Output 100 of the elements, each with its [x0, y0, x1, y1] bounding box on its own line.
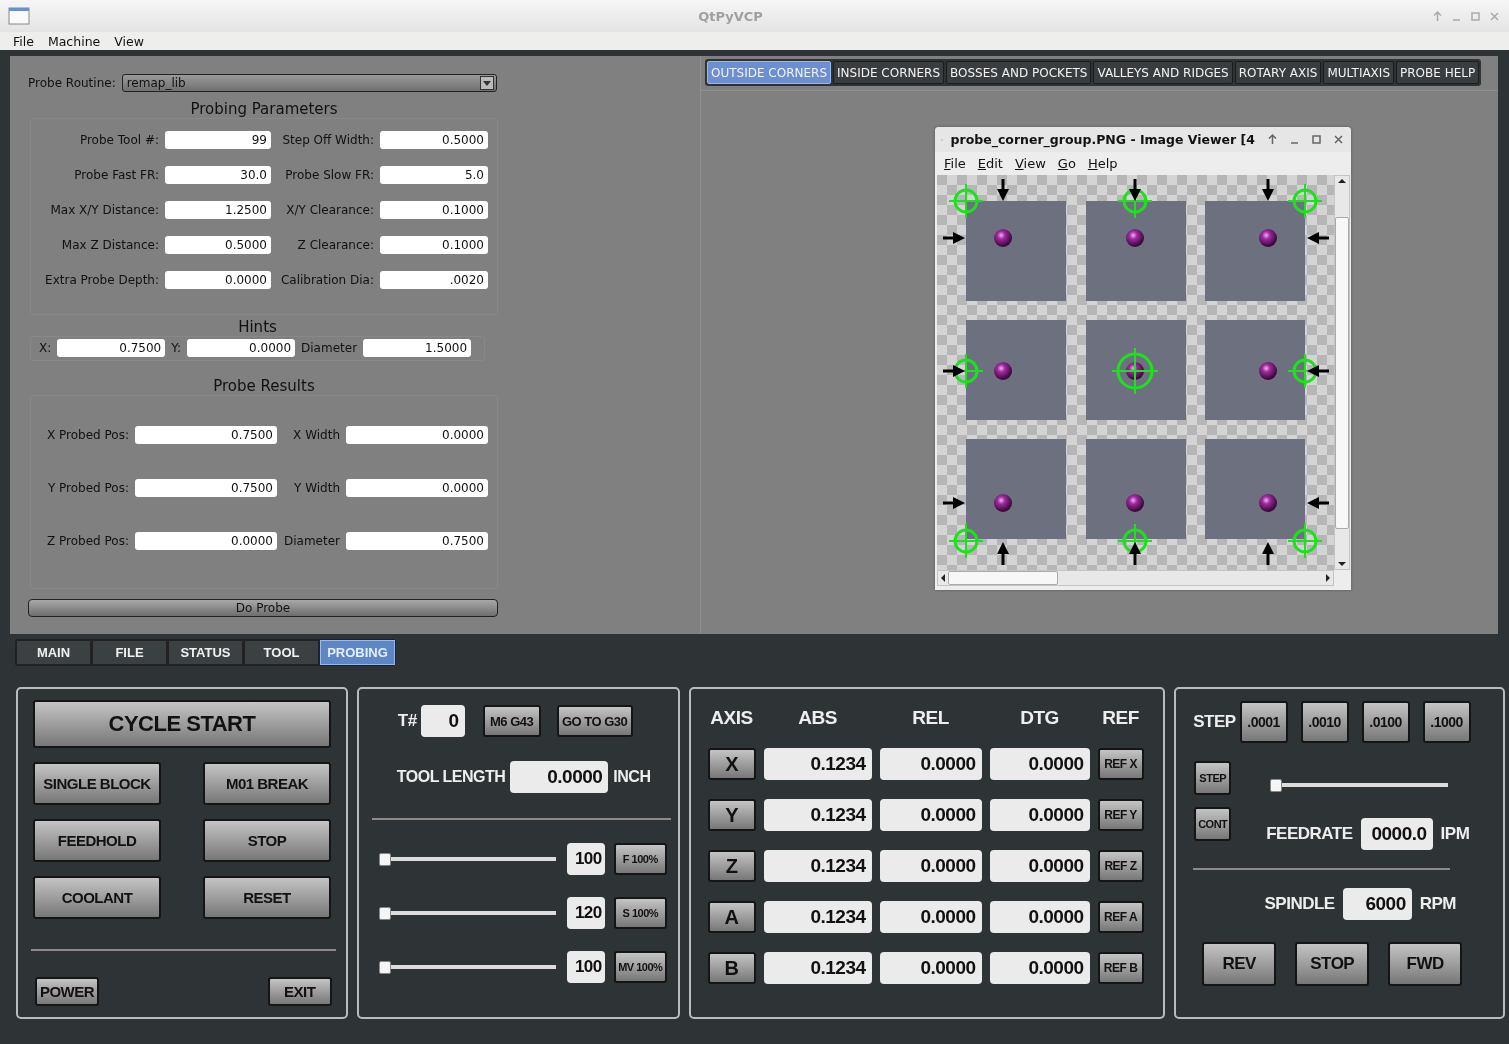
increment-button[interactable]: .0010: [1300, 701, 1349, 743]
position-field[interactable]: 0.1234: [763, 901, 872, 933]
menu-item[interactable]: View: [1014, 156, 1046, 171]
input-field[interactable]: 0.7500: [346, 532, 488, 550]
position-field[interactable]: 0.0000: [989, 901, 1090, 933]
position-field[interactable]: 0.0000: [989, 952, 1090, 984]
jog-mode-button[interactable]: STEP: [1194, 761, 1232, 795]
input-field[interactable]: 0.5000: [380, 131, 488, 149]
input-field[interactable]: 0.0000: [135, 532, 277, 550]
tab[interactable]: VALLEYS AND RIDGES: [1093, 61, 1233, 84]
input-field[interactable]: 120: [566, 897, 605, 929]
tab[interactable]: INSIDE CORNERS: [833, 61, 944, 84]
ref-button[interactable]: REF B: [1097, 952, 1144, 984]
input-field[interactable]: 5.0: [380, 166, 488, 184]
up-arrow-icon[interactable]: [1337, 176, 1347, 186]
input-field[interactable]: 0.1000: [380, 201, 488, 219]
tab[interactable]: FILE: [92, 640, 167, 665]
input-field[interactable]: 0.1000: [380, 236, 488, 254]
menu-item[interactable]: Go: [1057, 156, 1076, 171]
control-button[interactable]: SINGLE BLOCK: [33, 762, 161, 805]
slider-handle[interactable]: [1270, 779, 1283, 792]
increment-button[interactable]: .1000: [1422, 701, 1471, 743]
power-button[interactable]: POWER: [35, 977, 99, 1006]
menu-item[interactable]: File: [13, 33, 34, 49]
position-field[interactable]: 0.0000: [879, 952, 982, 984]
input-field[interactable]: .0020: [380, 271, 488, 289]
control-button[interactable]: COOLANT: [33, 876, 161, 919]
position-field[interactable]: 0.0000: [989, 748, 1090, 780]
input-field[interactable]: 6000: [1342, 888, 1412, 920]
control-button[interactable]: FEEDHOLD: [33, 819, 161, 862]
axis-button[interactable]: A: [707, 901, 756, 933]
position-field[interactable]: 0.1234: [763, 799, 872, 831]
slider-handle[interactable]: [378, 906, 391, 920]
control-button[interactable]: M6 G43: [482, 705, 541, 737]
ref-button[interactable]: REF X: [1097, 748, 1144, 780]
increment-button[interactable]: .0100: [1361, 701, 1410, 743]
input-field[interactable]: 100: [566, 843, 605, 875]
input-field[interactable]: 0.7500: [135, 479, 277, 497]
probe-routine-dropdown[interactable]: remap_lib: [121, 74, 497, 92]
position-field[interactable]: 0.1234: [763, 850, 872, 882]
input-field[interactable]: 99: [165, 131, 271, 149]
close-icon[interactable]: [1332, 133, 1345, 146]
horizontal-scrollbar[interactable]: [937, 570, 1334, 586]
spindle-button[interactable]: REV: [1202, 942, 1277, 986]
slider-handle[interactable]: [378, 960, 391, 974]
position-field[interactable]: 0.0000: [989, 799, 1090, 831]
position-field[interactable]: 0.1234: [763, 952, 872, 984]
input-field[interactable]: 0.5000: [165, 236, 271, 254]
vertical-scrollbar[interactable]: [1334, 175, 1350, 570]
input-field[interactable]: 0.0000: [346, 479, 488, 497]
override-button[interactable]: MV 100%: [613, 951, 667, 983]
input-field[interactable]: 1.2500: [165, 201, 271, 219]
slider-handle[interactable]: [378, 852, 391, 866]
spindle-button[interactable]: FWD: [1388, 942, 1463, 986]
position-field[interactable]: 0.0000: [989, 850, 1090, 882]
input-field[interactable]: 0.7500: [135, 426, 277, 444]
increment-button[interactable]: .0001: [1239, 701, 1288, 743]
control-button[interactable]: GO TO G30: [556, 705, 633, 737]
tab[interactable]: MULTIAXIS: [1323, 61, 1394, 84]
override-button[interactable]: S 100%: [613, 897, 667, 929]
maximize-icon[interactable]: [1310, 133, 1323, 146]
position-field[interactable]: 0.0000: [879, 799, 982, 831]
input-field[interactable]: 1.5000: [363, 339, 472, 357]
position-field[interactable]: 0.0000: [879, 850, 982, 882]
ref-button[interactable]: REF Y: [1097, 799, 1144, 831]
position-field[interactable]: 0.0000: [879, 901, 982, 933]
exit-button[interactable]: EXIT: [267, 977, 332, 1006]
tab[interactable]: ROTARY AXIS: [1234, 61, 1322, 84]
cycle-start-button[interactable]: CYCLE START: [33, 700, 331, 748]
do-probe-button[interactable]: Do Probe: [28, 599, 498, 617]
menu-item[interactable]: Machine: [47, 33, 101, 49]
tab[interactable]: MAIN: [16, 640, 91, 665]
menu-item[interactable]: File: [944, 156, 966, 171]
control-button[interactable]: STOP: [203, 819, 331, 862]
axis-button[interactable]: B: [707, 952, 756, 984]
input-field[interactable]: 0.0000: [165, 271, 271, 289]
menu-item[interactable]: View: [114, 33, 144, 49]
menu-item[interactable]: Help: [1087, 156, 1118, 171]
input-field[interactable]: 0000.0: [1360, 818, 1433, 850]
axis-button[interactable]: Z: [707, 850, 756, 882]
down-arrow-icon[interactable]: [1337, 559, 1347, 569]
tab[interactable]: TOOL: [244, 640, 319, 665]
input-field[interactable]: 0.0000: [346, 426, 488, 444]
spindle-button[interactable]: STOP: [1295, 942, 1370, 986]
input-field[interactable]: 0.7500: [57, 339, 166, 357]
input-field[interactable]: 30.0: [165, 166, 271, 184]
tab[interactable]: BOSSES AND POCKETS: [946, 61, 1092, 84]
axis-button[interactable]: Y: [707, 799, 756, 831]
position-field[interactable]: 0.0000: [879, 748, 982, 780]
tab[interactable]: PROBE HELP: [1396, 61, 1480, 84]
right-arrow-icon[interactable]: [1323, 573, 1333, 583]
position-field[interactable]: 0.1234: [763, 748, 872, 780]
axis-button[interactable]: X: [707, 748, 756, 780]
jog-mode-button[interactable]: CONT: [1194, 807, 1232, 841]
input-field[interactable]: 0: [420, 705, 465, 737]
ref-button[interactable]: REF Z: [1097, 850, 1144, 882]
input-field[interactable]: 100: [566, 951, 605, 983]
override-button[interactable]: F 100%: [613, 843, 667, 875]
control-button[interactable]: M01 BREAK: [203, 762, 331, 805]
ref-button[interactable]: REF A: [1097, 901, 1144, 933]
